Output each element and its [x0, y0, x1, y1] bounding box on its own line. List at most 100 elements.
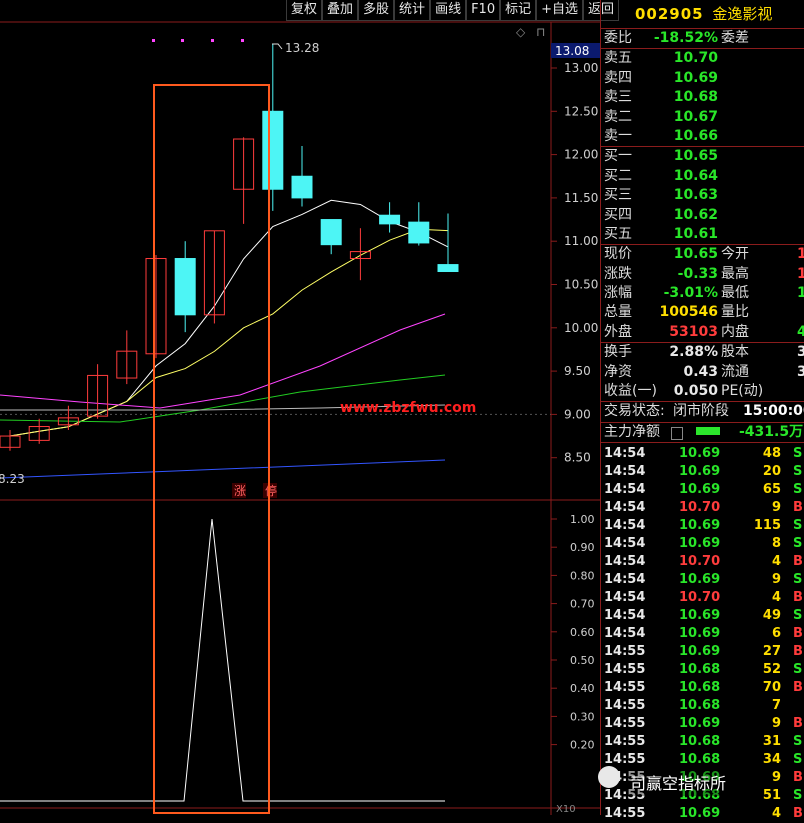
stats-block-2: 换手 2.88%股本 3. 净资 0.43流通 3. 收益(一) 0.050PE(动): [601, 343, 804, 401]
tick-price: 10.68: [679, 680, 721, 696]
stat-label-2: 内盘: [721, 323, 749, 340]
diamond-icon[interactable]: ◇: [516, 25, 526, 39]
tick-price: 10.70: [679, 590, 721, 606]
indicator-axis-label: 0.50: [570, 654, 595, 667]
toolbar-button[interactable]: F10: [466, 0, 501, 21]
tick-side: B: [793, 590, 803, 606]
tick-volume: 9: [771, 500, 781, 516]
order-label: 买四: [604, 206, 632, 223]
tick-volume: 8: [771, 536, 781, 552]
indicator-axis-labels: 1.00 0.90 0.80 0.70 0.60 0.50 0.40 0.30 0.20: [570, 513, 595, 752]
trade-status-value: 闭市阶段: [673, 403, 729, 420]
trade-status-label: 交易状态:: [604, 403, 665, 420]
collapse-icon[interactable]: ⊓: [536, 25, 545, 39]
tick-volume: 6: [771, 626, 781, 642]
order-label: 买五: [604, 225, 632, 242]
tick-side: B: [793, 554, 803, 570]
weibi-row: 委比 -18.52% 委差: [601, 29, 804, 48]
toolbar-button[interactable]: 标记: [500, 0, 537, 21]
toolbar-button[interactable]: 画线: [430, 0, 467, 21]
tick-price: 10.69: [679, 446, 721, 462]
tick-time: 14:55: [604, 680, 646, 696]
price-axis-label: 9.00: [564, 407, 591, 421]
stat-label: 收益(一): [604, 383, 657, 400]
main-flow-bar: [696, 426, 720, 435]
tick-row: 14:55 10.68 34 S: [601, 751, 804, 769]
order-label: 卖一: [604, 127, 632, 144]
tick-price: 10.69: [679, 716, 721, 732]
toolbar: 复权 叠加 多股 统计 画线 F10 标记 +自选 返回: [286, 0, 620, 22]
stat-label-2: 最低: [721, 285, 749, 302]
candlesticks: [0, 43, 459, 451]
tick-row: 14:54 10.70 4 B: [601, 589, 804, 607]
tick-time: 14:54: [604, 572, 646, 588]
tick-side: B: [793, 680, 803, 696]
trade-time: 15:00:00: [743, 403, 804, 420]
tick-time: 14:54: [604, 590, 646, 606]
indicator-line: [0, 518, 445, 802]
ma250-line: [0, 459, 446, 479]
order-row: 买一 10.65: [601, 147, 804, 166]
tick-time: 14:55: [604, 716, 646, 732]
tick-row: 14:54 10.70 9 B: [601, 499, 804, 517]
stat-value: 10.65: [673, 246, 718, 263]
stat-value: 0.43: [683, 363, 718, 380]
main-flow-row: 主力净额 -431.5万: [601, 423, 804, 442]
tick-row: 14:54 10.69 49 S: [601, 607, 804, 625]
tick-price: 10.69: [679, 464, 721, 480]
kline-chart[interactable]: 13.00 12.50 12.00 11.50 11.00 10.50 10.00 9.50 9…: [0, 0, 600, 815]
order-label: 卖三: [604, 89, 632, 106]
tick-side: S: [793, 518, 803, 534]
toolbar-button[interactable]: 统计: [394, 0, 431, 21]
stock-name: 金逸影视: [712, 5, 773, 23]
tick-volume: 115: [753, 518, 781, 534]
stat-value: 100546: [659, 304, 718, 321]
tick-volume: 4: [771, 806, 781, 822]
order-row: 卖五 10.70: [601, 49, 804, 68]
weibi-label: 委比: [604, 30, 632, 46]
highlight-box: [153, 84, 270, 814]
tick-row: 14:54 10.69 20 S: [601, 463, 804, 481]
order-row: 卖三 10.68: [601, 88, 804, 107]
stat-value: 2.88%: [669, 344, 718, 361]
tick-side: B: [793, 716, 803, 732]
tick-side: B: [793, 500, 803, 516]
stat-row: 收益(一) 0.050 PE(动): [601, 382, 804, 401]
tick-price: 10.69: [679, 572, 721, 588]
candle-body: [437, 264, 459, 273]
price-axis-label: 10.00: [564, 321, 598, 335]
order-row: 买四 10.62: [601, 206, 804, 225]
stat-label: 净资: [604, 363, 632, 380]
stat-label-2: 流通: [721, 363, 749, 380]
tick-price: 10.69: [679, 608, 721, 624]
order-row: 买五 10.61: [601, 225, 804, 244]
signal-dots: [152, 39, 244, 42]
toolbar-button[interactable]: 叠加: [322, 0, 359, 21]
toolbar-button[interactable]: 复权: [286, 0, 323, 21]
price-axis-label: 8.50: [564, 451, 591, 465]
indicator-axis-label: 0.40: [570, 682, 595, 695]
main-flow-label: 主力净额: [604, 423, 660, 440]
tick-side: B: [793, 806, 803, 822]
list-icon[interactable]: [671, 426, 683, 440]
current-price-tag: 13.08: [555, 44, 589, 58]
stat-label: 现价: [604, 246, 632, 263]
tick-volume: 20: [762, 464, 781, 480]
tick-row: 14:54 10.69 48 S: [601, 445, 804, 463]
stat-value-2: 1: [797, 246, 804, 263]
tick-price: 10.69: [679, 482, 721, 498]
stat-label: 涨幅: [604, 285, 632, 302]
tick-side: S: [793, 734, 803, 750]
low-price-label: 8.23: [0, 472, 25, 486]
toolbar-button[interactable]: 多股: [358, 0, 395, 21]
stat-row: 总量 100546 量比: [601, 303, 804, 322]
order-price: 10.63: [673, 187, 718, 204]
ma20-line: [0, 313, 446, 409]
toolbar-button[interactable]: +自选: [536, 0, 584, 21]
tick-list[interactable]: 14:54 10.69 48 S 14:54 10.69 20 S 14:54 10.69 65 S 1…: [601, 443, 804, 823]
tick-row: 14:54 10.69 65 S: [601, 481, 804, 499]
stats-block-1: 现价 10.65 今开 1 涨跌 -0.33 最高 1 涨幅 -3.01% 最低 1 总量 100546 量…: [601, 245, 804, 342]
stat-value-2: 1: [797, 265, 804, 282]
tick-price: 10.68: [679, 662, 721, 678]
stat-label-2: PE(动): [721, 383, 764, 400]
